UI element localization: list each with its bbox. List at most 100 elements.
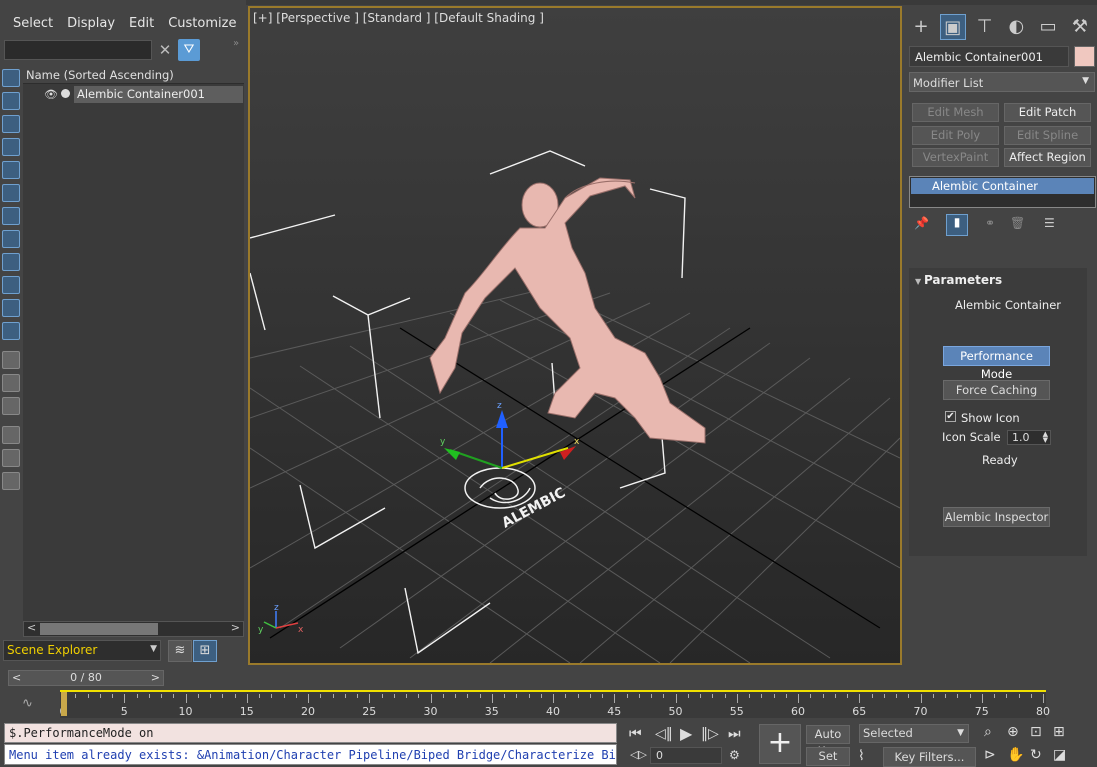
set-key-big-icon[interactable]: + (759, 724, 801, 764)
explorer-column-header[interactable]: Name (Sorted Ascending) (23, 66, 244, 84)
hidden-filter-icon[interactable] (2, 322, 20, 340)
next-frame-icon[interactable]: ‖▷ (701, 726, 719, 742)
stack-item-alembic-container[interactable]: Alembic Container (911, 178, 1094, 194)
menu-display[interactable]: Display (67, 16, 115, 36)
go-to-start-icon[interactable]: ⏮ (629, 726, 642, 742)
display-tab-icon[interactable]: ▭ (1035, 14, 1061, 40)
funnel-icon[interactable] (2, 449, 20, 467)
current-frame-field[interactable]: 0 (650, 747, 722, 764)
timeline-tick (981, 694, 983, 703)
pan-hand-icon[interactable]: ✋ (1007, 747, 1024, 763)
display-all-icon[interactable] (2, 351, 20, 369)
edit-mesh-button[interactable]: Edit Mesh (912, 103, 999, 122)
maxscript-listener-input[interactable]: $.PerformanceMode on (4, 723, 617, 743)
key-tangent-icon[interactable]: ⌇ (858, 748, 865, 764)
explorer-row[interactable]: Alembic Container001 (74, 86, 243, 103)
create-tab-icon[interactable]: + (908, 14, 934, 40)
time-slider[interactable]: < 0 / 80 > (8, 670, 164, 686)
orbit-icon[interactable]: ↻ (1030, 747, 1042, 763)
modifier-list-dropdown[interactable]: Modifier List ▼ (909, 72, 1095, 92)
timeline-tick (871, 694, 873, 698)
menu-edit[interactable]: Edit (129, 16, 154, 36)
show-end-result-icon[interactable]: ▮ (946, 214, 968, 236)
viewport-label[interactable]: [+] [Perspective ] [Standard ] [Default … (253, 11, 544, 25)
invert-display-icon[interactable] (2, 397, 20, 415)
visibility-eye-icon[interactable]: 👁 (44, 88, 58, 101)
edit-poly-button[interactable]: Edit Poly (912, 126, 999, 145)
clear-search-icon[interactable]: ✕ (157, 40, 173, 60)
display-none-icon[interactable] (2, 374, 20, 392)
xrefs-filter-icon[interactable] (2, 230, 20, 248)
layers-icon[interactable]: ≋ (168, 640, 192, 662)
key-selection-dropdown[interactable]: Selected ▼ (859, 724, 969, 743)
current-frame-marker[interactable] (61, 692, 67, 716)
edit-patch-button[interactable]: Edit Patch (1004, 103, 1091, 122)
parameters-rollout-header[interactable]: ▼ Parameters (915, 273, 1002, 287)
rollout-title: Parameters (923, 273, 1003, 287)
force-caching-button[interactable]: Force Caching (943, 380, 1050, 400)
frozen-filter-icon[interactable] (2, 299, 20, 317)
filter-funnel-icon[interactable] (2, 426, 20, 444)
bones-filter-icon[interactable] (2, 253, 20, 271)
spinner-arrows-icon[interactable]: ▲ ▼ (1043, 431, 1048, 444)
utilities-tab-icon[interactable]: ⚒ (1067, 14, 1093, 40)
curve-editor-icon[interactable]: ∿ (22, 696, 33, 711)
previous-frame-icon[interactable]: ◁‖ (655, 726, 673, 742)
timeline-tick (945, 694, 946, 698)
scene-explorer-dropdown[interactable]: Scene Explorer ▼ (3, 640, 161, 661)
containers-filter-icon[interactable] (2, 276, 20, 294)
performance-mode-button[interactable]: Performance Mode (943, 346, 1050, 381)
scrollbar-thumb[interactable] (40, 623, 158, 635)
configure-sets-icon[interactable]: ☰ (1044, 216, 1055, 230)
edit-spline-button[interactable]: Edit Spline (1004, 126, 1091, 145)
object-name-field[interactable]: Alembic Container001 (909, 46, 1069, 67)
remove-modifier-icon[interactable]: 🗑 (1010, 216, 1025, 230)
key-filters-button[interactable]: Key Filters... (883, 747, 976, 767)
next-frame-icon[interactable]: > (151, 671, 160, 685)
current-frame-value: 0 (656, 749, 663, 762)
maxscript-listener-output[interactable]: Menu item already exists: &Animation/Cha… (4, 744, 617, 765)
cameras-filter-icon[interactable] (2, 138, 20, 156)
chevron-down-icon: ▼ (1082, 76, 1089, 86)
lights-filter-icon[interactable] (2, 115, 20, 133)
show-icon-checkbox[interactable]: ✔ (945, 411, 956, 422)
groups-filter-icon[interactable] (2, 207, 20, 225)
menu-select[interactable]: Select (13, 16, 53, 36)
play-icon[interactable]: ▶ (680, 724, 692, 743)
vertexpaint-button[interactable]: VertexPaint (912, 148, 999, 167)
geometry-filter-icon[interactable] (2, 69, 20, 87)
menu-customize[interactable]: Customize (168, 16, 236, 36)
maximize-viewport-icon[interactable]: ◪ (1053, 747, 1066, 763)
timeline-tick (724, 694, 726, 698)
alembic-inspector-button[interactable]: Alembic Inspector (943, 507, 1050, 527)
pin-stack-icon[interactable]: 📌 (914, 216, 929, 230)
affect-region-button[interactable]: Affect Region (1004, 148, 1091, 167)
layer-icon[interactable] (2, 472, 20, 490)
spacewarps-filter-icon[interactable] (2, 184, 20, 202)
zoom-extents-all-icon[interactable]: ⊞ (1053, 724, 1065, 740)
zoom-extents-icon[interactable]: ⊡ (1030, 724, 1042, 740)
filter-icon[interactable]: ⛛ (178, 39, 200, 61)
prev-frame-icon[interactable]: < (12, 671, 21, 685)
make-unique-icon[interactable]: ⚭ (985, 216, 995, 230)
perspective-viewport[interactable]: ALEMBIC z x y z y x (248, 6, 902, 665)
freeze-dot-icon[interactable] (61, 89, 70, 98)
icon-scale-spinner[interactable]: 1.0 ▲ ▼ (1007, 430, 1051, 445)
go-to-end-icon[interactable]: ⏭ (728, 726, 741, 742)
helpers-filter-icon[interactable] (2, 161, 20, 179)
zoom-icon[interactable]: ⌕ (984, 724, 992, 740)
explorer-search-input[interactable] (4, 40, 152, 60)
modify-tab-icon[interactable]: ▣ (939, 14, 966, 40)
key-mode-icon[interactable]: ◁▷ (630, 748, 647, 761)
set-key-button[interactable]: Set Key (806, 747, 850, 767)
hierarchy-tab-icon[interactable]: ⊤ (972, 14, 998, 40)
hierarchy-icon[interactable]: ⊞ (193, 640, 217, 662)
field-of-view-icon[interactable]: ⊳ (984, 747, 996, 763)
track-bar[interactable]: 05101520253035404550556065707580 (60, 690, 1050, 718)
motion-tab-icon[interactable]: ◐ (1003, 14, 1029, 40)
zoom-all-icon[interactable]: ⊕ (1007, 724, 1019, 740)
auto-key-button[interactable]: Auto Key (806, 725, 850, 758)
time-config-icon[interactable]: ⚙ (729, 748, 740, 762)
object-color-swatch[interactable] (1074, 46, 1095, 67)
shapes-filter-icon[interactable] (2, 92, 20, 110)
